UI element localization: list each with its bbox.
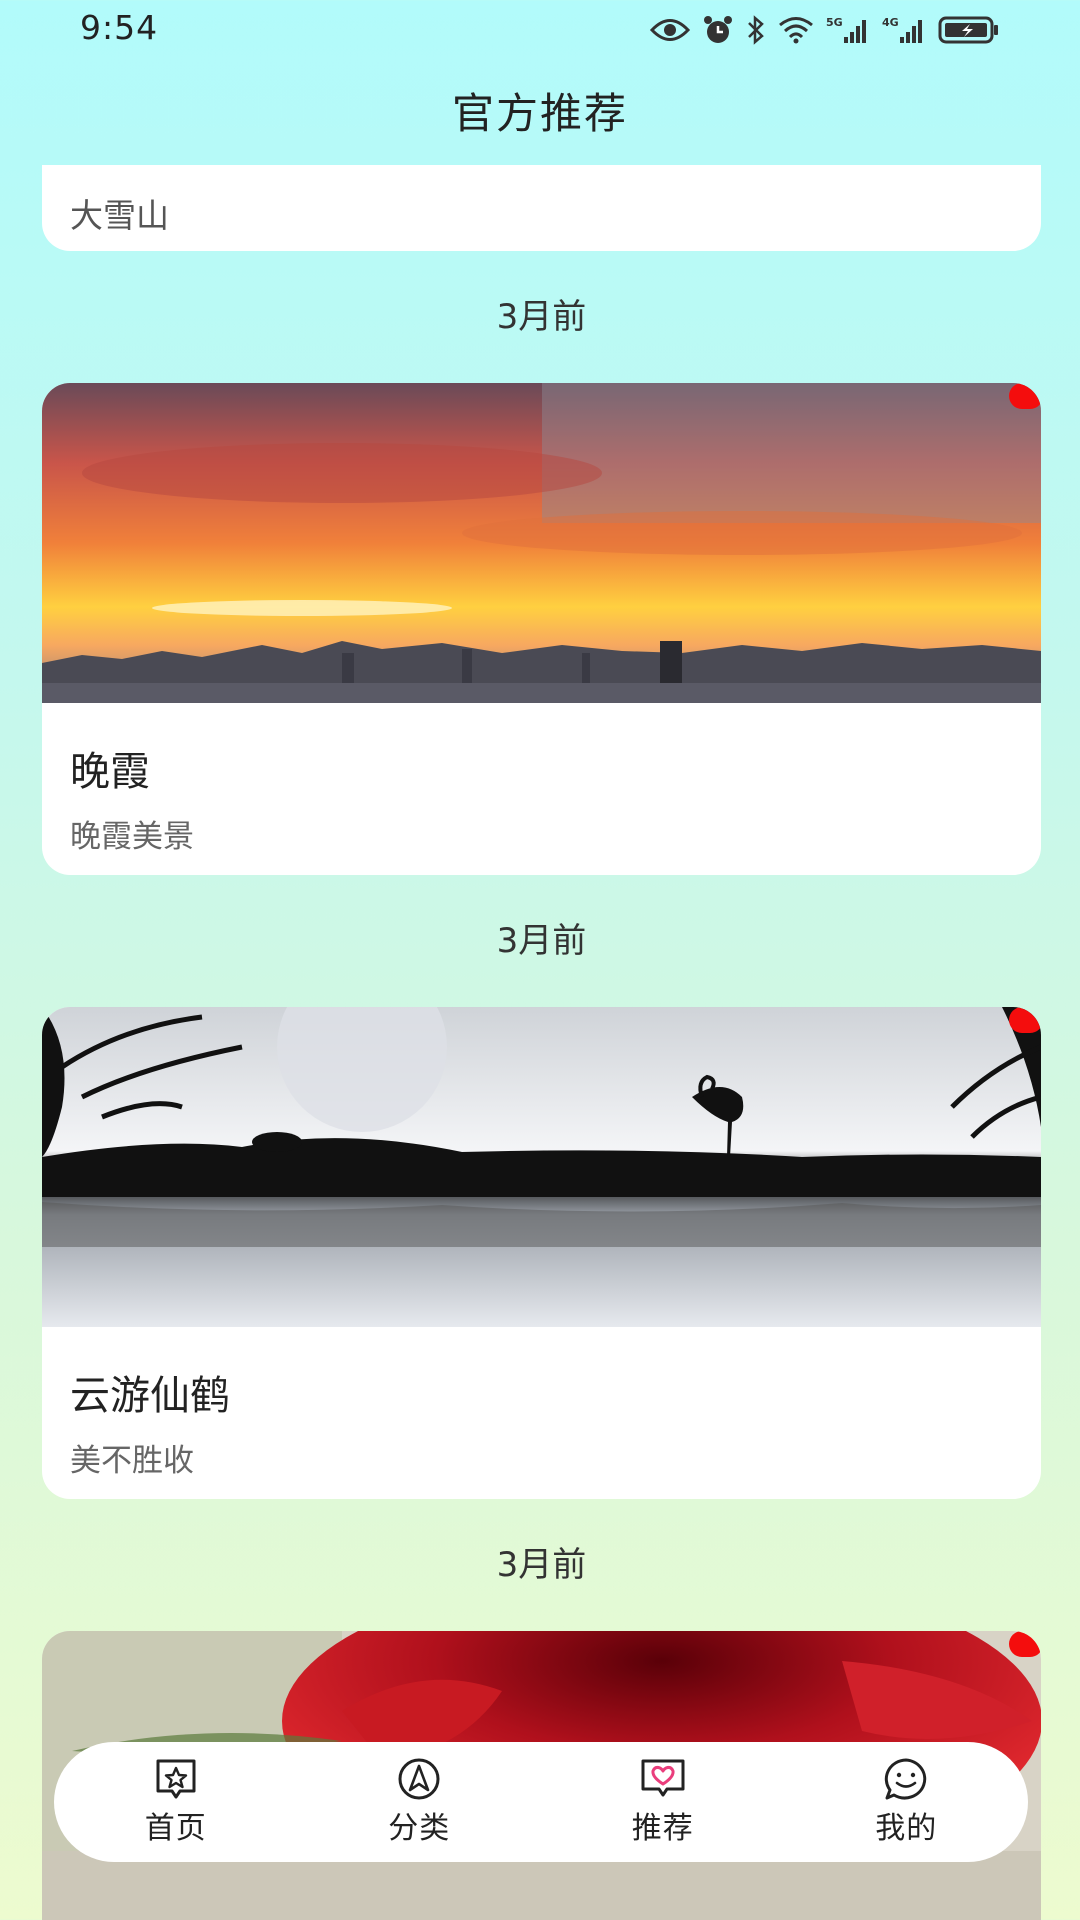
feed-card[interactable]: 云游仙鹤 美不胜收 — [42, 1007, 1041, 1499]
post-time-label: 3月前 — [496, 921, 587, 961]
smile-chat-icon — [885, 1758, 927, 1800]
feed-card-partial[interactable]: 大雪山 — [42, 165, 1041, 251]
status-time: 9:54 — [80, 8, 159, 47]
nav-category[interactable]: 分类 — [319, 1757, 519, 1847]
sunset-city-image — [42, 383, 1041, 703]
post-time-label: 3月前 — [496, 1545, 587, 1585]
signal-5g-label: 5G — [826, 16, 843, 29]
nav-label: 首页 — [144, 1811, 207, 1846]
bluetooth-icon — [746, 15, 766, 45]
compass-icon — [398, 1758, 440, 1800]
signal-4g-icon: 4G — [882, 15, 926, 45]
card-body: 云游仙鹤 美不胜收 — [42, 1327, 1041, 1499]
card-body: 晚霞 晚霞美景 — [42, 703, 1041, 875]
card-subtitle: 晚霞美景 — [70, 819, 194, 855]
alarm-icon — [702, 14, 734, 46]
status-icons: 5G 4G — [650, 10, 1000, 50]
nav-home[interactable]: 首页 — [76, 1757, 276, 1847]
post-time-label: 3月前 — [496, 297, 587, 337]
home-star-icon — [156, 1759, 196, 1799]
flamingo-lake-image — [42, 1007, 1041, 1327]
battery-charging-icon — [938, 15, 1000, 45]
nav-label: 我的 — [875, 1811, 938, 1846]
status-bar: 9:54 5G 4G — [0, 0, 1080, 60]
nav-label: 分类 — [388, 1811, 451, 1846]
recommend-feed: 大雪山 3月前 晚霞 晚霞美景 3月前 云游仙鹤 美不胜收 3月前 — [42, 165, 1041, 1920]
card-title: 云游仙鹤 — [70, 1373, 230, 1419]
signal-4g-label: 4G — [882, 16, 899, 29]
card-subtitle: 美不胜收 — [70, 1443, 194, 1479]
unread-dot — [1009, 1631, 1041, 1657]
card-title: 晚霞 — [70, 749, 150, 795]
eye-icon — [650, 17, 690, 43]
card-title: 大雪山 — [70, 196, 169, 235]
unread-dot — [1009, 383, 1041, 409]
wifi-icon — [778, 16, 814, 44]
nav-label: 推荐 — [631, 1811, 694, 1846]
page-title: 官方推荐 — [451, 89, 628, 138]
signal-5g-icon: 5G — [826, 15, 870, 45]
bottom-nav: 首页 分类 推荐 我的 — [54, 1742, 1028, 1862]
unread-dot — [1009, 1007, 1041, 1033]
feed-card[interactable]: 晚霞 晚霞美景 — [42, 383, 1041, 875]
nav-mine[interactable]: 我的 — [806, 1757, 1006, 1847]
nav-recommend[interactable]: 推荐 — [563, 1757, 763, 1847]
heart-message-icon — [641, 1759, 685, 1797]
